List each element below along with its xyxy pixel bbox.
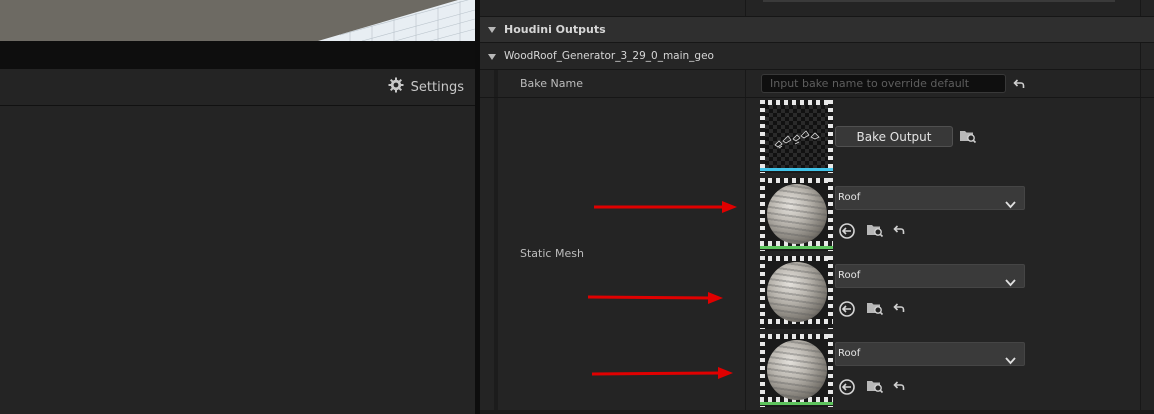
- folder-browse-icon[interactable]: [866, 222, 884, 242]
- material-sphere-preview: [767, 340, 827, 400]
- bake-name-input[interactable]: [761, 74, 1006, 93]
- viewport-toolbar-strip: [0, 41, 475, 69]
- bake-name-row: Bake Name: [480, 70, 1154, 98]
- output-group-name: WoodRoof_Generator_3_29_0_main_geo: [504, 50, 714, 62]
- material-combo-value: Roof: [838, 192, 861, 203]
- material-type-stripe: [760, 246, 833, 249]
- gear-icon: [388, 77, 404, 97]
- material-type-stripe: [760, 402, 833, 405]
- expand-triangle-icon[interactable]: [488, 54, 496, 60]
- reset-arrow-icon[interactable]: [892, 379, 906, 398]
- previous-property-field[interactable]: [763, 0, 1115, 2]
- use-selected-icon[interactable]: [838, 378, 856, 400]
- material-combo[interactable]: Roof: [835, 342, 1025, 366]
- houdini-details-panel: Houdini Outputs WoodRoof_Generator_3_29_…: [480, 0, 1154, 414]
- bake-name-label: Bake Name: [520, 77, 583, 90]
- reset-arrow-icon[interactable]: [1012, 77, 1026, 96]
- previous-property-row: [480, 0, 1154, 17]
- chevron-down-icon: [1005, 272, 1016, 291]
- material-combo-value: Roof: [838, 348, 861, 359]
- folder-browse-icon[interactable]: [866, 378, 884, 398]
- static-mesh-label: Static Mesh: [520, 247, 584, 260]
- use-selected-icon[interactable]: [838, 222, 856, 244]
- material-sphere-preview: [767, 262, 827, 322]
- viewport-preview[interactable]: [0, 0, 475, 41]
- material-thumbnail[interactable]: [760, 334, 833, 407]
- material-combo-value: Roof: [838, 270, 861, 281]
- annotation-arrow: [587, 292, 723, 304]
- expand-triangle-icon[interactable]: [488, 27, 496, 33]
- annotation-arrow: [591, 367, 733, 379]
- panel-bottom-edge: [480, 410, 1154, 414]
- reset-arrow-icon[interactable]: [892, 223, 906, 242]
- chevron-down-icon: [1005, 194, 1016, 213]
- material-combo[interactable]: Roof: [835, 186, 1025, 210]
- section-title: Houdini Outputs: [504, 23, 606, 36]
- folder-browse-icon[interactable]: [959, 128, 977, 148]
- output-group-header[interactable]: WoodRoof_Generator_3_29_0_main_geo: [480, 43, 1154, 70]
- annotation-arrow: [594, 201, 737, 213]
- houdini-outputs-section-header[interactable]: Houdini Outputs: [480, 17, 1154, 43]
- settings-button[interactable]: Settings: [388, 77, 464, 97]
- material-thumbnail[interactable]: [760, 256, 833, 329]
- chevron-down-icon: [1005, 350, 1016, 369]
- static-mesh-thumbnail[interactable]: [760, 100, 833, 173]
- bake-output-button[interactable]: Bake Output: [835, 126, 953, 147]
- material-combo[interactable]: Roof: [835, 264, 1025, 288]
- reset-arrow-icon[interactable]: [892, 301, 906, 320]
- material-type-stripe: [760, 324, 833, 327]
- left-panel-header: Settings: [0, 69, 475, 106]
- material-thumbnail[interactable]: [760, 178, 833, 251]
- settings-label: Settings: [410, 79, 464, 95]
- roof-mesh-preview: [774, 130, 820, 149]
- folder-browse-icon[interactable]: [866, 300, 884, 320]
- material-sphere-preview: [767, 184, 827, 244]
- mesh-type-stripe: [760, 168, 833, 171]
- use-selected-icon[interactable]: [838, 300, 856, 322]
- left-details-panel: Settings: [0, 69, 475, 414]
